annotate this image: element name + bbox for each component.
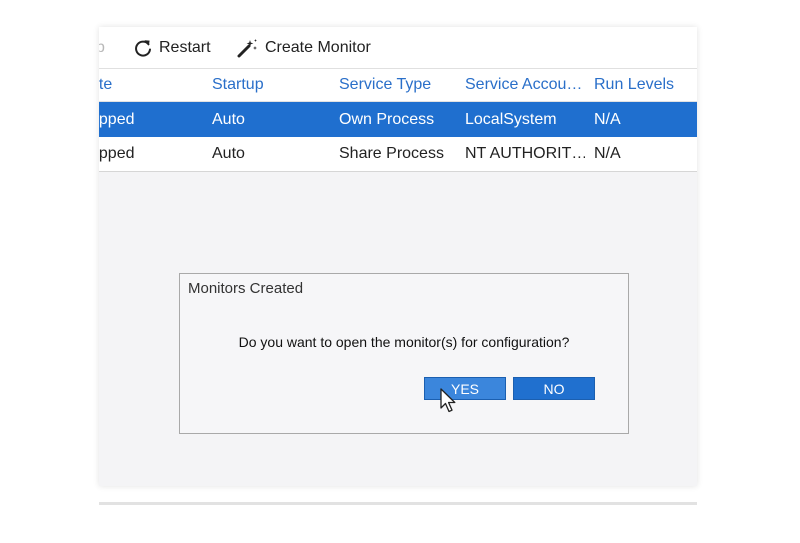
toolbar-stop-button[interactable]: p (99, 27, 105, 69)
dialog-message: Do you want to open the monitor(s) for c… (238, 334, 570, 350)
services-table: ate Startup Service Type Service Accou… … (99, 69, 697, 172)
cell-startup: Auto (212, 145, 245, 162)
yes-button[interactable]: YES (424, 377, 506, 400)
column-header-service-account[interactable]: Service Accou… (465, 69, 585, 101)
cell-service-account: NT AUTHORIT… (465, 145, 585, 162)
restart-label: Restart (159, 39, 211, 56)
cell-service-type: Own Process (339, 110, 435, 128)
table-row[interactable]: opped Auto Share Process NT AUTHORIT… N/… (99, 137, 697, 172)
column-header-startup[interactable]: Startup (212, 69, 327, 101)
divider (99, 502, 697, 505)
cell-service-type: Share Process (339, 145, 444, 162)
cell-run-levels: N/A (594, 145, 621, 162)
cell-startup: Auto (212, 110, 245, 128)
table-header: ate Startup Service Type Service Accou… … (99, 69, 697, 102)
column-header-service-type[interactable]: Service Type (339, 69, 459, 101)
cell-service-account: LocalSystem (465, 110, 557, 128)
refresh-icon (133, 38, 153, 58)
toolbar-create-monitor-button[interactable]: Create Monitor (237, 27, 371, 69)
column-header-state[interactable]: ate (99, 69, 190, 101)
toolbar-restart-button[interactable]: Restart (133, 27, 211, 69)
column-header-run-levels[interactable]: Run Levels (594, 69, 694, 101)
monitors-created-dialog: Monitors Created Do you want to open the… (179, 273, 629, 434)
dialog-title: Monitors Created (188, 280, 304, 297)
no-button[interactable]: NO (513, 377, 595, 400)
cell-state: opped (99, 145, 135, 162)
toolbar: p Restart Create Monitor (99, 27, 697, 69)
toolbar-stop-label: p (99, 39, 105, 56)
cell-state: opped (99, 110, 135, 128)
table-row[interactable]: opped Auto Own Process LocalSystem N/A (99, 102, 697, 137)
create-monitor-label: Create Monitor (265, 39, 371, 56)
cell-run-levels: N/A (594, 110, 621, 128)
services-window: p Restart Create Monitor te Startup Serv… (99, 27, 697, 486)
magic-wand-icon (237, 38, 259, 58)
